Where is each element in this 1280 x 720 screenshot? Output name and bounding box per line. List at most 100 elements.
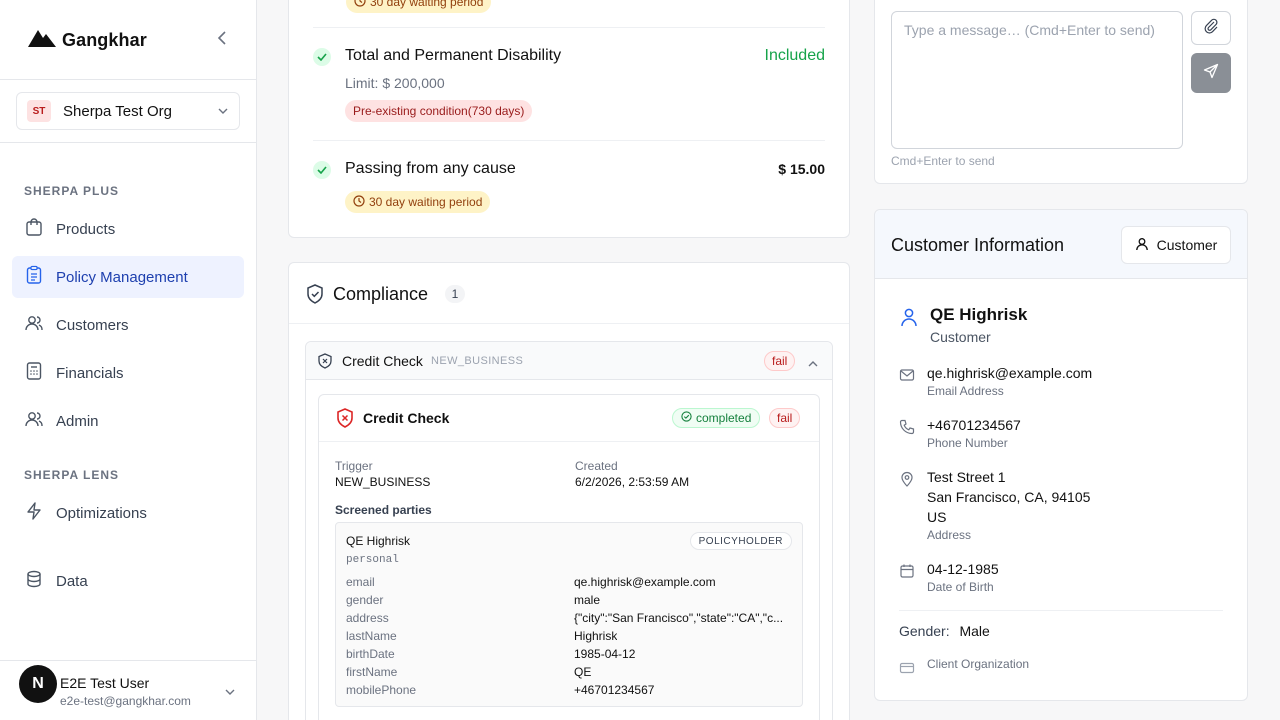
check-name: Credit Check [342,353,423,369]
users-icon [24,313,44,338]
brand-logo[interactable]: Gangkhar [28,28,147,53]
waiting-period-text: 30 day waiting period [370,0,484,9]
pre-existing-badge: Pre-existing condition(730 days) [345,100,533,122]
party-name: QE Highrisk [346,534,411,548]
sidebar-item-products[interactable]: Products [12,208,244,250]
screened-parties-label: Screened parties [335,503,432,517]
users-cog-icon [24,409,44,434]
fail-badge: fail [769,408,801,428]
customer-address-label: Address [927,528,972,542]
customer-dob-label: Date of Birth [927,580,994,594]
party-type: personal [346,554,399,566]
gender-label: Gender: [899,623,950,639]
message-card: Type a message… (Cmd+Enter to send) Cmd+… [874,0,1248,184]
party-field-value: {"city":"San Francisco","state":"CA","c.… [574,611,784,625]
customer-name: QE Highrisk [930,305,1028,324]
shield-x-icon [336,408,354,433]
calculator-icon [24,361,44,386]
divider [319,441,819,442]
chevron-up-icon[interactable] [808,355,818,373]
party-field-label: firstName [346,665,398,679]
section-label-sherpa-plus: SHERPA PLUS [24,184,120,198]
send-icon [1203,63,1219,84]
brand-name: Gangkhar [62,30,147,50]
customer-button-label: Customer [1156,237,1218,253]
customer-button[interactable]: Customer [1121,226,1231,264]
collapse-sidebar-button[interactable] [212,30,232,50]
party-field-label: email [346,575,375,589]
user-menu[interactable]: N E2E Test User e2e-test@gangkhar.com [0,660,256,720]
check-circle-icon [681,411,692,425]
customer-address-line1: Test Street 1 [927,469,1006,485]
customer-phone: +46701234567 [927,417,1021,433]
completed-badge: completed [672,408,761,428]
coverage-status: Included [764,47,826,64]
chevron-down-icon [224,683,236,701]
check-circle-icon [313,48,331,66]
screened-party: QE Highrisk personal POLICYHOLDER email … [335,522,803,707]
divider [313,27,825,28]
credit-card-icon [899,660,915,676]
party-field-label: lastName [346,629,397,643]
sidebar-item-label: Policy Management [56,268,188,286]
mountain-logo-icon [28,28,58,53]
party-field-value: 1985-04-12 [574,647,636,661]
avatar: N [19,665,57,703]
party-field-value: male [574,593,601,607]
customer-email: qe.highrisk@example.com [927,365,1093,381]
lightning-icon [24,501,44,526]
sidebar-item-optimizations[interactable]: Optimizations [12,492,244,534]
coverage-row-disability: Total and Permanent Disability Included … [313,47,825,127]
user-icon [1135,237,1149,254]
sidebar-item-policy-management[interactable]: Policy Management [12,256,244,298]
gender-value: Male [959,623,990,639]
customer-dob: 04-12-1985 [927,561,999,577]
paperclip-icon [1203,18,1219,39]
customer-info-header: Customer Information Customer [875,210,1247,279]
party-field-label: birthDate [346,647,395,661]
divider [0,142,256,143]
fail-badge: fail [764,351,796,371]
compliance-title: Compliance [333,284,429,304]
user-icon [900,307,918,332]
sidebar-item-label: Admin [56,412,99,430]
org-badge: ST [27,100,51,122]
send-button[interactable] [1191,53,1231,93]
customer-address-line3: US [927,509,947,525]
user-name: E2E Test User [60,675,150,691]
credit-check-accordion: Credit Check NEW_BUSINESS fail Credit Ch… [305,341,833,720]
message-input[interactable]: Type a message… (Cmd+Enter to send) [891,11,1183,149]
map-pin-icon [899,471,915,487]
waiting-period-text: 30 day waiting period [369,195,483,209]
coverage-title: Passing from any cause [345,160,516,177]
chevron-down-icon [217,102,229,120]
party-field-label: mobilePhone [346,683,417,697]
shield-icon [318,353,332,374]
created-label: Created [575,459,618,473]
waiting-period-badge: 30 day waiting period [346,0,492,13]
party-field-value: +46701234567 [574,683,655,697]
waiting-period-badge: 30 day waiting period [345,191,491,213]
gender-row: Gender: Male [899,623,990,639]
sidebar-item-label: Products [56,220,116,238]
org-selector[interactable]: ST Sherpa Test Org [16,92,240,130]
section-label-sherpa-lens: SHERPA LENS [24,468,120,482]
clock-icon [354,0,366,10]
attach-button[interactable] [1191,11,1231,45]
coverage-price: $ 15.00 [778,161,825,177]
credit-check-accordion-header[interactable]: Credit Check NEW_BUSINESS fail [306,342,832,380]
created-value: 6/2/2026, 2:53:59 AM [575,475,690,489]
party-field-label: address [346,611,389,625]
sidebar-item-label: Customers [56,316,129,334]
customer-info-title: Customer Information [891,235,1065,255]
customer-role: Customer [930,329,991,345]
sidebar-item-data[interactable]: Data [12,560,244,602]
sidebar-item-label: Financials [56,364,124,382]
sidebar-item-customers[interactable]: Customers [12,304,244,346]
sidebar-item-financials[interactable]: Financials [12,352,244,394]
coverages-card: 30 day waiting period Total and Permanen… [288,0,850,238]
sidebar-item-admin[interactable]: Admin [12,400,244,442]
trigger-value: NEW_BUSINESS [335,475,431,489]
compliance-card: Compliance 1 Credit Check NEW_BUSINESS f… [288,262,850,720]
check-circle-icon [313,161,331,179]
